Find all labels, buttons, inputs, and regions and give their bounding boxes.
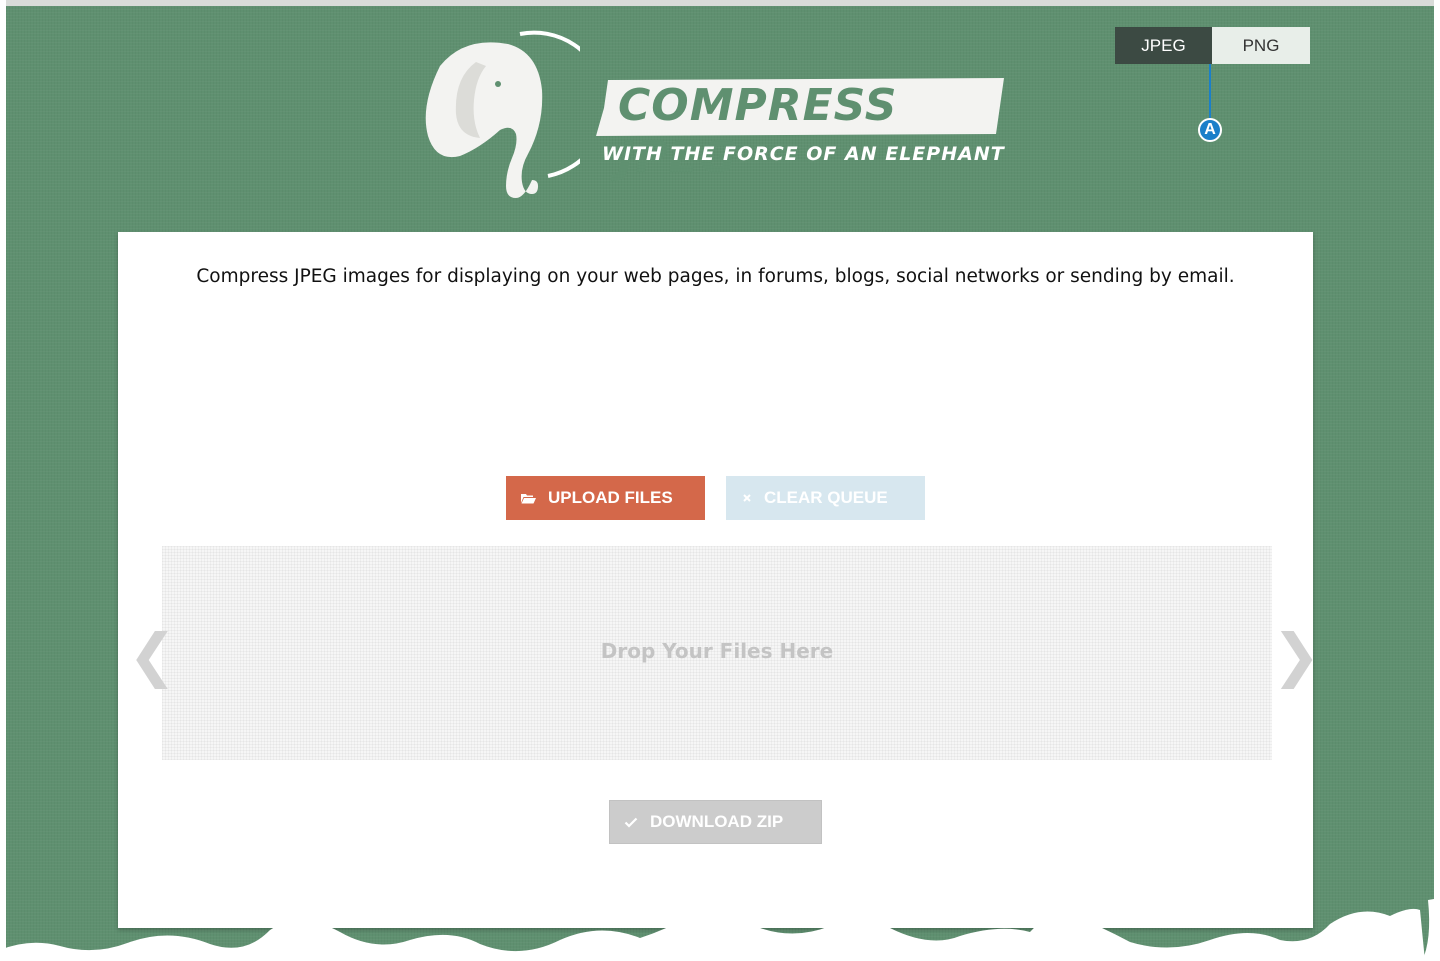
dropzone-text: Drop Your Files Here [600, 639, 834, 663]
prev-arrow[interactable]: ❮ [128, 626, 177, 684]
download-zip-button[interactable]: DOWNLOAD ZIP [609, 800, 822, 844]
annotation-a-leader [1209, 64, 1211, 119]
folder-open-icon [520, 492, 536, 504]
torn-paper-edge [0, 898, 1440, 961]
logo-subtitle: WITH THE FORCE OF AN ELEPHANT [602, 143, 1005, 165]
tab-png[interactable]: PNG [1212, 27, 1310, 64]
site-logo[interactable]: COMPRESS JPEG WITH THE FORCE OF AN ELEPH… [420, 26, 1020, 211]
download-zip-label: DOWNLOAD ZIP [650, 812, 784, 831]
annotation-a-marker: A [1198, 118, 1222, 142]
close-icon [742, 493, 752, 503]
checkmark-icon [624, 817, 638, 828]
upload-files-label: UPLOAD FILES [548, 488, 673, 507]
next-arrow[interactable]: ❯ [1272, 626, 1321, 684]
clear-queue-label: CLEAR QUEUE [764, 488, 888, 507]
main-card: Compress JPEG images for displaying on y… [118, 232, 1321, 928]
elephant-icon [425, 30, 580, 198]
logo-title: COMPRESS JPEG [618, 80, 898, 183]
dropzone[interactable]: Drop Your Files Here [162, 546, 1272, 760]
clear-queue-button[interactable]: CLEAR QUEUE [726, 476, 925, 520]
intro-text: Compress JPEG images for displaying on y… [196, 266, 1235, 287]
format-toggle: JPEG PNG [1115, 27, 1310, 64]
tab-jpeg[interactable]: JPEG [1115, 27, 1212, 64]
upload-files-button[interactable]: UPLOAD FILES [506, 476, 705, 520]
